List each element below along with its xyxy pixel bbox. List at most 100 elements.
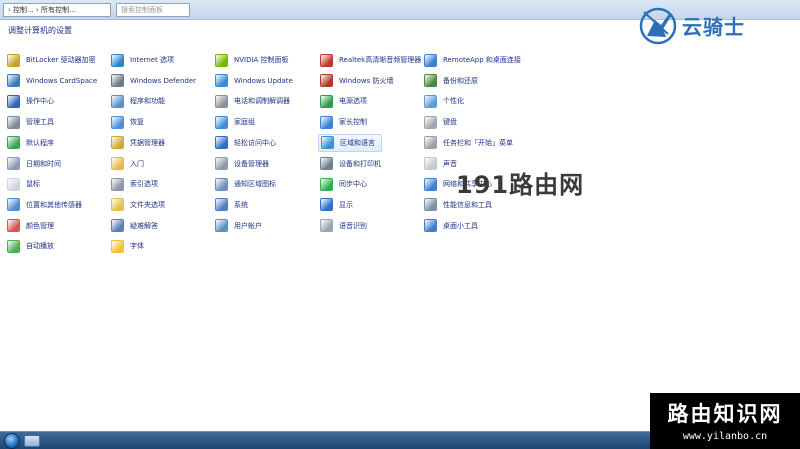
control-panel-items: BitLocker 驱动器加密 Windows CardSpace 操作中心管理工具…: [5, 51, 525, 261]
control-panel-item[interactable]: 设备和打印机: [318, 155, 387, 173]
control-panel-icon: [7, 136, 20, 150]
control-panel-item[interactable]: 颜色管理: [5, 217, 60, 235]
control-panel-icon: [424, 115, 437, 129]
control-panel-item[interactable]: 语音识别: [318, 217, 373, 235]
control-panel-item[interactable]: 管理工具: [5, 113, 60, 131]
control-panel-item[interactable]: 家庭组: [213, 113, 261, 131]
control-panel-icon: [215, 177, 228, 191]
control-panel-item[interactable]: 电话和调制解调器: [213, 92, 296, 110]
control-panel-icon: [7, 53, 20, 67]
control-panel-icon: [111, 53, 124, 67]
control-panel-item-label: 鼠标: [26, 180, 40, 189]
control-panel-item[interactable]: 轻松访问中心: [213, 134, 282, 152]
control-panel-item[interactable]: 默认程序: [5, 134, 60, 152]
control-panel-item-label: 凭据管理器: [130, 138, 165, 147]
control-panel-item-label: 索引选项: [130, 180, 158, 189]
control-panel-icon: [321, 136, 334, 150]
control-panel-item-label: 疑难解答: [130, 221, 158, 230]
control-panel-icon: [111, 74, 124, 88]
control-panel-item-label: 电话和调制解调器: [234, 97, 290, 106]
control-panel-item[interactable]: 程序和功能: [109, 92, 171, 110]
address-bar[interactable]: › 控制... › 所有控制...: [3, 3, 111, 17]
control-panel-item[interactable]: 字体: [109, 237, 150, 255]
control-panel-item[interactable]: 自动播放: [5, 237, 60, 255]
control-panel-item-label: 操作中心: [26, 97, 54, 106]
control-panel-item[interactable]: 恢复: [109, 113, 150, 131]
control-panel-item[interactable]: 操作中心: [5, 92, 60, 110]
control-panel-icon: [111, 136, 124, 150]
control-panel-icon: [215, 219, 228, 233]
control-panel-item[interactable]: 文件夹选项: [109, 196, 171, 214]
control-panel-item-label: Windows 防火墙: [339, 76, 394, 85]
control-panel-item[interactable]: 桌面小工具: [422, 217, 484, 235]
control-panel-item[interactable]: 家长控制: [318, 113, 373, 131]
control-panel-icon: [111, 177, 124, 191]
control-panel-item[interactable]: 任务栏和「开始」菜单: [422, 134, 519, 152]
control-panel-item[interactable]: 电源选项: [318, 92, 373, 110]
control-panel-item[interactable]: NVIDIA 控制面板: [213, 51, 295, 69]
control-panel-icon: [424, 177, 437, 191]
control-panel-item[interactable]: Windows Defender: [109, 72, 202, 90]
control-panel-item[interactable]: 显示: [318, 196, 359, 214]
control-panel-icon: [424, 74, 437, 88]
control-panel-item-label: 声音: [443, 159, 457, 168]
control-panel-item[interactable]: Windows 防火墙: [318, 72, 399, 90]
control-panel-item[interactable]: Windows CardSpace: [5, 72, 103, 90]
control-panel-item-label: 轻松访问中心: [234, 138, 276, 147]
control-panel-icon: [320, 74, 333, 88]
control-panel-icon: [320, 157, 333, 170]
control-panel-icon: [7, 115, 20, 129]
watermark-url: www.yilanbo.cn: [682, 431, 768, 442]
control-panel-item-label: Realtek高清晰音频管理器: [339, 56, 422, 64]
control-panel-item-label: 区域和语言: [340, 138, 375, 147]
control-panel-icon: [111, 115, 124, 129]
control-panel-item[interactable]: Internet 选项: [109, 51, 180, 69]
control-panel-item[interactable]: BitLocker 驱动器加密: [5, 51, 102, 69]
control-panel-item[interactable]: 用户帐户: [213, 217, 268, 235]
control-panel-item[interactable]: 疑难解答: [109, 217, 164, 235]
control-panel-item[interactable]: 个性化: [422, 92, 470, 110]
control-panel-item-label: 入门: [130, 159, 144, 168]
start-button[interactable]: [4, 433, 20, 449]
control-panel-item[interactable]: 凭据管理器: [109, 134, 171, 152]
control-panel-item[interactable]: 系统: [213, 196, 254, 214]
control-panel-item-label: 默认程序: [26, 138, 54, 147]
control-panel-item[interactable]: Windows Update: [213, 72, 299, 90]
control-panel-icon: [320, 177, 333, 191]
control-panel-item-label: 键盘: [443, 118, 457, 127]
control-panel-item[interactable]: 入门: [109, 155, 150, 173]
control-panel-item[interactable]: RemoteApp 和桌面连接: [422, 51, 527, 69]
search-input[interactable]: 搜索控制面板: [116, 3, 190, 17]
control-panel-item[interactable]: 区域和语言: [318, 133, 382, 152]
control-panel-icon: [215, 157, 228, 170]
control-panel-item-label: 日期和时间: [26, 159, 61, 168]
control-panel-item[interactable]: 同步中心: [318, 175, 373, 193]
control-panel-item[interactable]: 设备管理器: [213, 155, 275, 173]
control-panel-icon: [7, 239, 20, 253]
control-panel-icon: [215, 53, 228, 67]
control-panel-icon: [424, 198, 437, 212]
control-panel-item[interactable]: Realtek高清晰音频管理器: [318, 51, 427, 69]
control-panel-item-label: 颜色管理: [26, 221, 54, 230]
control-panel-item-label: 管理工具: [26, 118, 54, 127]
control-panel-icon: [7, 177, 20, 191]
control-panel-icon: [215, 94, 228, 108]
control-panel-item-label: 设备管理器: [234, 159, 269, 168]
control-panel-item[interactable]: 位置和其他传感器: [5, 196, 88, 214]
control-panel-item-label: 位置和其他传感器: [26, 200, 82, 209]
control-panel-item[interactable]: 键盘: [422, 113, 463, 131]
control-panel-item[interactable]: 索引选项: [109, 175, 164, 193]
control-panel-item-label: 家长控制: [339, 118, 367, 127]
control-panel-item[interactable]: 鼠标: [5, 175, 46, 193]
control-panel-item[interactable]: 通知区域图标: [213, 175, 282, 193]
explorer-task-icon[interactable]: [24, 435, 40, 447]
control-panel-item[interactable]: 备份和还原: [422, 72, 484, 90]
control-panel-icon: [111, 94, 124, 108]
control-panel-item-label: Windows Update: [234, 76, 293, 85]
control-panel-icon: [7, 74, 20, 88]
control-panel-item-label: NVIDIA 控制面板: [234, 56, 289, 64]
control-panel-item-label: Windows CardSpace: [26, 76, 98, 85]
control-panel-item-label: 显示: [339, 200, 353, 209]
control-panel-item-label: Internet 选项: [130, 56, 175, 64]
control-panel-item[interactable]: 日期和时间: [5, 155, 67, 173]
